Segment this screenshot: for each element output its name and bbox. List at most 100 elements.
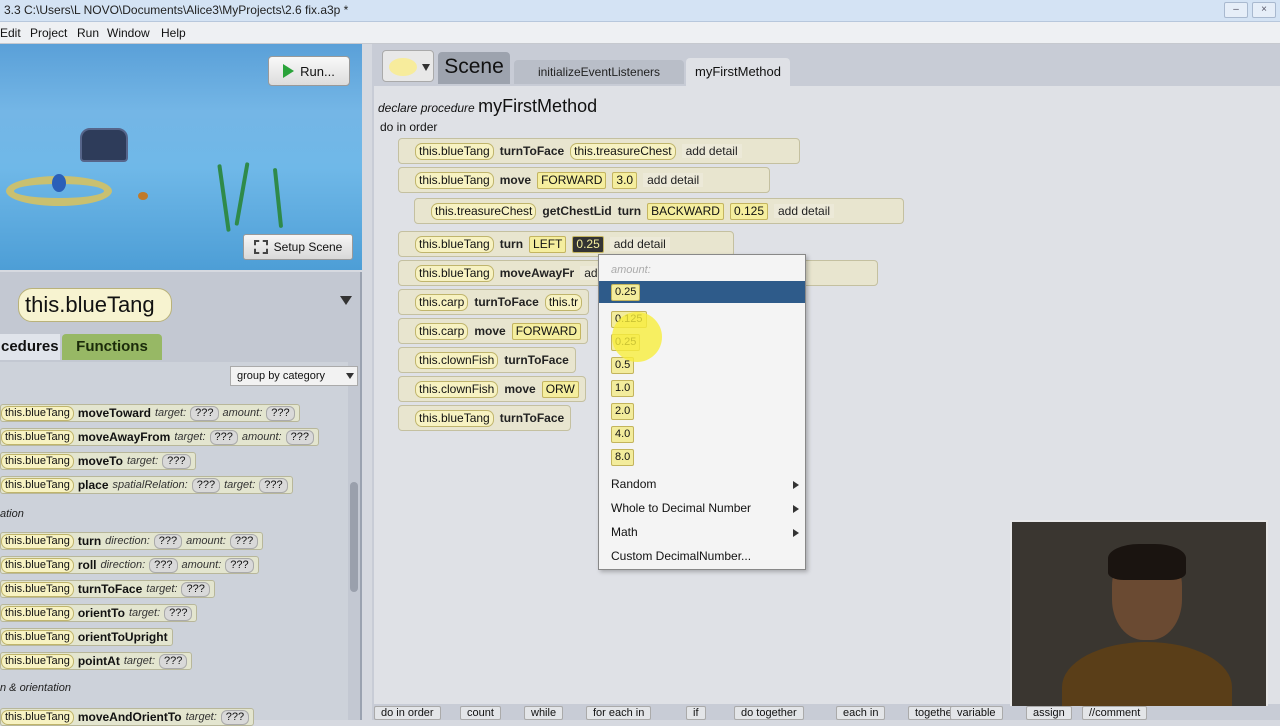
procedure-tile[interactable]: this.blueTang moveTo target:??? [0, 452, 196, 470]
procedure-tile[interactable]: this.blueTang turn direction:??? amount:??? [0, 532, 264, 550]
parameter-slot[interactable]: ??? [285, 429, 314, 445]
object-chip[interactable]: this.treasureChest [431, 202, 537, 220]
add-detail-button[interactable]: add detail [681, 144, 742, 158]
parameter-slot[interactable]: ??? [209, 429, 238, 445]
control-tile[interactable]: //comment [1082, 706, 1148, 720]
parameter-slot[interactable]: ??? [149, 557, 178, 573]
parameter-slot[interactable]: ??? [225, 557, 254, 573]
parameter-slot[interactable]: ??? [259, 477, 288, 493]
statement-block[interactable]: this.treasureChest getChestLid turn BACKWAR… [414, 198, 904, 224]
menu-edit[interactable]: Edit [0, 26, 21, 40]
parameter-slot[interactable]: ??? [181, 581, 210, 597]
statement-block[interactable]: this.carp turnToFace this.tr [398, 289, 590, 315]
control-tile[interactable]: each in [836, 706, 886, 720]
statement-block[interactable]: this.carp move FORWARD [398, 318, 589, 344]
menu-item-whole-to-decimal[interactable]: Whole to Decimal Number [611, 501, 751, 515]
statement-block[interactable]: this.blueTang turnToFace [398, 405, 572, 431]
value-slot[interactable]: ORW [541, 380, 579, 398]
object-chip[interactable]: this.blueTang [415, 409, 494, 427]
value-slot[interactable]: FORWARD [511, 322, 582, 340]
object-chip[interactable]: this.blueTang [415, 235, 494, 253]
amount-popup-menu[interactable]: amount: 0.250.1250.250.51.02.04.08.0 Ran… [598, 254, 806, 570]
menu-project[interactable]: Project [30, 26, 67, 40]
control-tile[interactable]: assign [1026, 706, 1072, 720]
object-chip[interactable]: this.blueTang [415, 264, 494, 282]
statement-block[interactable]: this.clownFish turnToFace [398, 347, 576, 373]
object-chip[interactable]: this.clownFish [415, 380, 499, 398]
object-chip[interactable]: this.carp [415, 322, 469, 340]
menu-item-random[interactable]: Random [611, 477, 656, 491]
method-name: turnToFace [499, 411, 565, 425]
value-slot[interactable]: LEFT [529, 235, 567, 253]
parameter-slot[interactable]: ??? [164, 605, 193, 621]
menu-item-custom-decimal[interactable]: Custom DecimalNumber... [611, 549, 751, 563]
scrollbar[interactable] [350, 482, 358, 592]
amount-option[interactable]: 8.0 [611, 449, 635, 466]
object-chip[interactable]: this.blueTang [415, 142, 494, 160]
procedure-tile[interactable]: this.blueTang place spatialRelation:??? tar… [0, 476, 293, 494]
parameter-slot[interactable]: ??? [190, 405, 219, 421]
amount-option[interactable]: 2.0 [611, 403, 635, 420]
object-chip[interactable]: this.treasureChest [570, 142, 676, 160]
parameter-slot[interactable]: ??? [159, 653, 188, 669]
control-tile[interactable]: count [460, 706, 501, 720]
statement-block[interactable]: this.blueTang move FORWARD 3.0 add detail [398, 167, 770, 193]
minimize-button[interactable]: – [1224, 2, 1248, 18]
chevron-down-icon [422, 64, 430, 71]
scene-type-selector[interactable] [382, 50, 434, 82]
amount-option[interactable]: 0.25 [611, 284, 641, 301]
parameter-slot[interactable]: ??? [153, 533, 183, 549]
parameter-slot[interactable]: ??? [220, 709, 250, 725]
control-tile[interactable]: while [524, 706, 564, 720]
tab-scene[interactable]: Scene [438, 52, 510, 84]
object-chip[interactable]: this.carp [415, 293, 469, 311]
procedure-tile[interactable]: this.blueTang moveAwayFrom target:??? amoun… [0, 428, 319, 446]
menu-window[interactable]: Window [107, 26, 150, 40]
value-slot[interactable]: FORWARD [537, 171, 607, 189]
procedure-tile[interactable]: this.blueTang moveToward target:??? amount:… [0, 404, 300, 422]
statement-block[interactable]: this.blueTang turnToFace this.treasureChes… [398, 138, 800, 164]
procedure-tile[interactable]: this.blueTang pointAt target:??? [0, 652, 193, 670]
object-chip[interactable]: this.clownFish [415, 351, 499, 369]
menu-run[interactable]: Run [77, 26, 99, 40]
control-tile[interactable]: if [686, 706, 706, 720]
procedure-tile[interactable]: this.blueTang roll direction:??? amount:??? [0, 556, 259, 574]
menu-item-math[interactable]: Math [611, 525, 638, 539]
run-button[interactable]: Run... [268, 56, 350, 86]
statement-block[interactable]: this.clownFish move ORW [398, 376, 586, 402]
control-tile[interactable]: for each in [586, 706, 652, 720]
parameter-slot[interactable]: ??? [229, 533, 259, 549]
control-tile[interactable]: do in order [374, 706, 441, 720]
value-slot[interactable]: 0.25 [572, 235, 604, 253]
value-slot[interactable]: 3.0 [612, 171, 638, 189]
control-tile[interactable]: variable [950, 706, 1003, 720]
method-name: turnToFace [499, 144, 565, 158]
object-chip[interactable]: this.blueTang [415, 171, 494, 189]
add-detail-button[interactable]: add detail [643, 173, 704, 187]
amount-option[interactable]: 1.0 [611, 380, 635, 397]
tab-my-first-method[interactable]: myFirstMethod [686, 58, 790, 86]
parameter-slot[interactable]: ??? [162, 453, 191, 469]
procedure-tile[interactable]: this.blueTang orientToUpright [0, 628, 173, 646]
amount-option[interactable]: 4.0 [611, 426, 635, 443]
submenu-arrow-icon [793, 529, 799, 537]
add-detail-button[interactable]: add detail [609, 237, 670, 251]
menu-help[interactable]: Help [161, 26, 186, 40]
method-name: turn [617, 204, 642, 218]
procedure-tile[interactable]: this.blueTang turnToFace target:??? [0, 580, 215, 598]
object-chip[interactable]: this.tr [544, 293, 583, 311]
do-in-order-label: do in order [380, 120, 438, 134]
close-button[interactable]: × [1252, 2, 1276, 18]
control-tile[interactable]: do together [734, 706, 804, 720]
value-slot[interactable]: BACKWARD [647, 202, 724, 220]
seaweed-object [234, 162, 250, 226]
procedure-tile[interactable]: this.blueTang orientTo target:??? [0, 604, 198, 622]
tab-initialize-event-listeners[interactable]: initializeEventListeners [514, 60, 684, 84]
add-detail-button[interactable]: add detail [774, 204, 835, 218]
value-slot[interactable]: 0.125 [729, 202, 768, 220]
parameter-slot[interactable]: ??? [266, 405, 295, 421]
parameter-slot[interactable]: ??? [191, 477, 221, 493]
submenu-arrow-icon [793, 481, 799, 489]
procedure-tile[interactable]: this.blueTang moveAndOrientTo target:??? [0, 708, 255, 726]
setup-scene-button[interactable]: Setup Scene [243, 234, 353, 260]
